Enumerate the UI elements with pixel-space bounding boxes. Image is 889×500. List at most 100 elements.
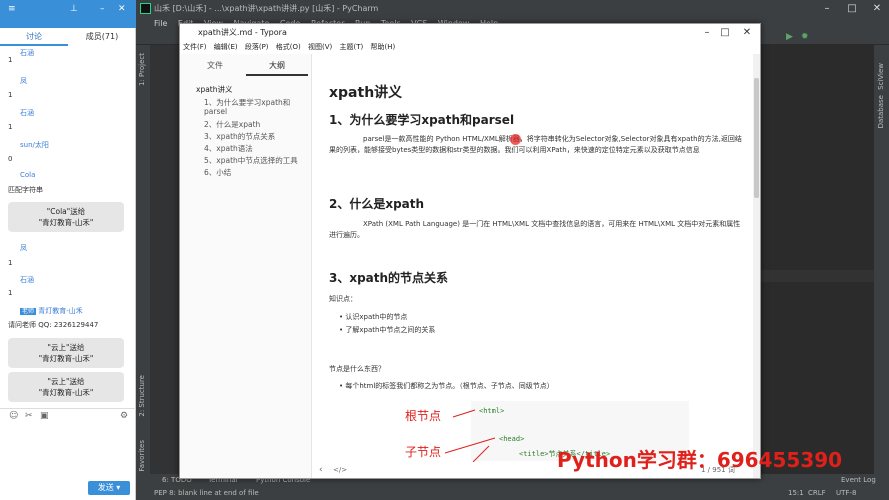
chat-message: 老师 青灯教育-山禾 <box>8 306 83 316</box>
chat-nick: 青灯教育-山禾 <box>38 307 83 315</box>
file-encoding[interactable]: UTF-8 <box>836 486 856 500</box>
emoji-icon[interactable]: ☺ <box>9 411 18 421</box>
tab-discuss[interactable]: 讨论 <box>0 28 68 46</box>
gift-message: "Cola"送给 "青灯教育-山禾" <box>8 202 124 232</box>
close-chat-icon[interactable]: ✕ <box>118 4 126 14</box>
code-editor[interactable] <box>760 45 874 485</box>
chat-nick: 凤 <box>20 77 27 85</box>
status-message: PEP 8: blank line at end of file <box>154 489 259 497</box>
chat-message: Cola <box>8 171 35 179</box>
menu-icon[interactable]: ≡ <box>8 4 16 14</box>
current-line-highlight <box>760 270 874 282</box>
typora-window: xpath讲义.md - Typora – □ ✕ 文件(F) 编辑(E) 段落… <box>179 23 761 479</box>
gift-to: "青灯教育-山禾" <box>38 388 94 397</box>
menu-edit[interactable]: 编辑(E) <box>214 43 238 51</box>
tab-members[interactable]: 成员(71) <box>68 28 136 46</box>
chat-header: ≡ ⊥ – ✕ <box>0 0 136 28</box>
chat-input[interactable] <box>4 426 132 478</box>
chat-text: 匹配字符串 <box>8 186 43 194</box>
back-icon[interactable]: ‹ <box>319 462 323 478</box>
typora-sidebar: 文件 大纲 xpath讲义 1、为什么要学习xpath和parsel 2、什么是… <box>180 54 312 478</box>
chat-message: 石涵 <box>8 108 34 118</box>
gift-from: "云上"送给 <box>47 377 85 386</box>
typora-maximize-icon[interactable]: □ <box>713 24 737 41</box>
minimize-icon[interactable]: – <box>815 0 839 17</box>
chat-nick: 凤 <box>20 244 27 252</box>
gift-message: "云上"送给 "青灯教育-山禾" <box>8 338 124 368</box>
sciview-tab[interactable]: SciView <box>877 63 885 90</box>
chat-message: 凤 <box>8 76 27 86</box>
tab-files[interactable]: 文件 <box>184 60 246 71</box>
chat-text: 1 <box>8 91 13 99</box>
outline-item[interactable]: 4、xpath语法 <box>204 144 304 153</box>
menu-format[interactable]: 格式(O) <box>276 43 301 51</box>
outline-item[interactable]: 6、小结 <box>204 168 304 177</box>
child-arrow-2 <box>472 445 490 462</box>
gift-from: "Cola"送给 <box>46 207 86 216</box>
outline-item[interactable]: 5、xpath中节点选择的工具 <box>204 156 304 165</box>
chat-nick: sun/太阳 <box>20 141 49 149</box>
gift-message: "云上"送给 "青灯教育-山禾" <box>8 372 124 402</box>
chat-text: 1 <box>8 123 13 131</box>
chat-message: 石涵 <box>8 275 34 285</box>
structure-tab[interactable]: 2: Structure <box>138 375 146 417</box>
chat-text: 1 <box>8 259 13 267</box>
debug-icon[interactable]: ✹ <box>801 32 809 42</box>
send-label: 发送 <box>97 483 114 492</box>
teacher-badge: 老师 <box>20 308 37 315</box>
scissors-icon[interactable]: ✂ <box>25 411 33 421</box>
scrollbar-thumb[interactable] <box>754 78 759 198</box>
settings-icon[interactable]: ⚙ <box>120 411 128 421</box>
outline-item[interactable]: xpath讲义 <box>196 85 296 94</box>
chat-text: 1 <box>8 289 13 297</box>
outline-item[interactable]: 2、什么是xpath <box>204 120 304 129</box>
root-arrow <box>452 409 476 418</box>
chat-tabs: 讨论 成员(71) <box>0 28 136 46</box>
typora-menubar: 文件(F) 编辑(E) 段落(P) 格式(O) 视图(V) 主题(T) 帮助(H… <box>180 41 760 53</box>
chat-message: sun/太阳 <box>8 140 49 150</box>
typora-titlebar: xpath讲义.md - Typora <box>180 24 760 41</box>
menu-paragraph[interactable]: 段落(P) <box>245 43 269 51</box>
image-icon[interactable]: ▣ <box>40 411 49 421</box>
pycharm-statusbar: PEP 8: blank line at end of file 15:1 CR… <box>136 486 889 500</box>
gift-to: "青灯教育-山禾" <box>38 218 94 227</box>
pycharm-logo-icon <box>140 3 151 14</box>
run-icon[interactable]: ▶ <box>786 32 793 42</box>
chat-input-toolbar: ☺ ✂ ▣ ⚙ <box>0 408 136 424</box>
maximize-icon[interactable]: □ <box>840 0 864 17</box>
pycharm-left-toolstrip: 1: Project 2: Structure 2: Favorites <box>136 45 150 485</box>
typora-close-icon[interactable]: ✕ <box>735 24 759 41</box>
chat-text: 1 <box>8 56 13 64</box>
close-icon[interactable]: ✕ <box>865 0 889 17</box>
menu-file[interactable]: 文件(F) <box>183 43 207 51</box>
minimize-chat-icon[interactable]: – <box>100 4 105 14</box>
document-content[interactable]: xpath讲义 1、为什么要学习xpath和parsel parsel是一款高性… <box>313 54 753 462</box>
source-code-icon[interactable]: </> <box>333 462 347 478</box>
menu-theme[interactable]: 主题(T) <box>340 43 364 51</box>
database-tab[interactable]: Database <box>877 95 885 128</box>
pin-icon[interactable]: ⊥ <box>70 4 78 14</box>
menu-view[interactable]: 视图(V) <box>308 43 332 51</box>
project-tab[interactable]: 1: Project <box>138 53 146 86</box>
line-separator[interactable]: CRLF <box>808 486 826 500</box>
annotation-arrows <box>444 409 496 462</box>
menu-help[interactable]: 帮助(H) <box>370 43 395 51</box>
chat-nick: 石涵 <box>20 276 34 284</box>
event-log-tab[interactable]: Event Log <box>841 474 876 486</box>
watermark-text: Python学习群：696455390 <box>557 448 843 472</box>
send-button[interactable]: 发送 ▾ <box>88 481 130 495</box>
gift-from: "云上"送给 <box>47 343 85 352</box>
tab-outline[interactable]: 大纲 <box>246 60 308 76</box>
chat-text: 请问老师 QQ: 2326129447 <box>8 321 99 329</box>
project-panel[interactable] <box>150 45 180 485</box>
child-arrow <box>444 437 496 454</box>
gift-to: "青灯教育-山禾" <box>38 354 94 363</box>
cursor-position[interactable]: 15:1 <box>788 486 804 500</box>
pycharm-right-toolstrip: SciView Database <box>874 45 889 485</box>
outline-item[interactable]: 1、为什么要学习xpath和parsel <box>204 98 304 116</box>
chat-nick: Cola <box>20 171 36 179</box>
outline-item[interactable]: 3、xpath的节点关系 <box>204 132 304 141</box>
chat-nick: 石涵 <box>20 109 34 117</box>
chat-panel: ≡ ⊥ – ✕ 讨论 成员(71) 石涵 1 凤 1 石涵 1 sun/太阳 0… <box>0 0 136 500</box>
typora-scrollbar[interactable] <box>753 54 760 478</box>
